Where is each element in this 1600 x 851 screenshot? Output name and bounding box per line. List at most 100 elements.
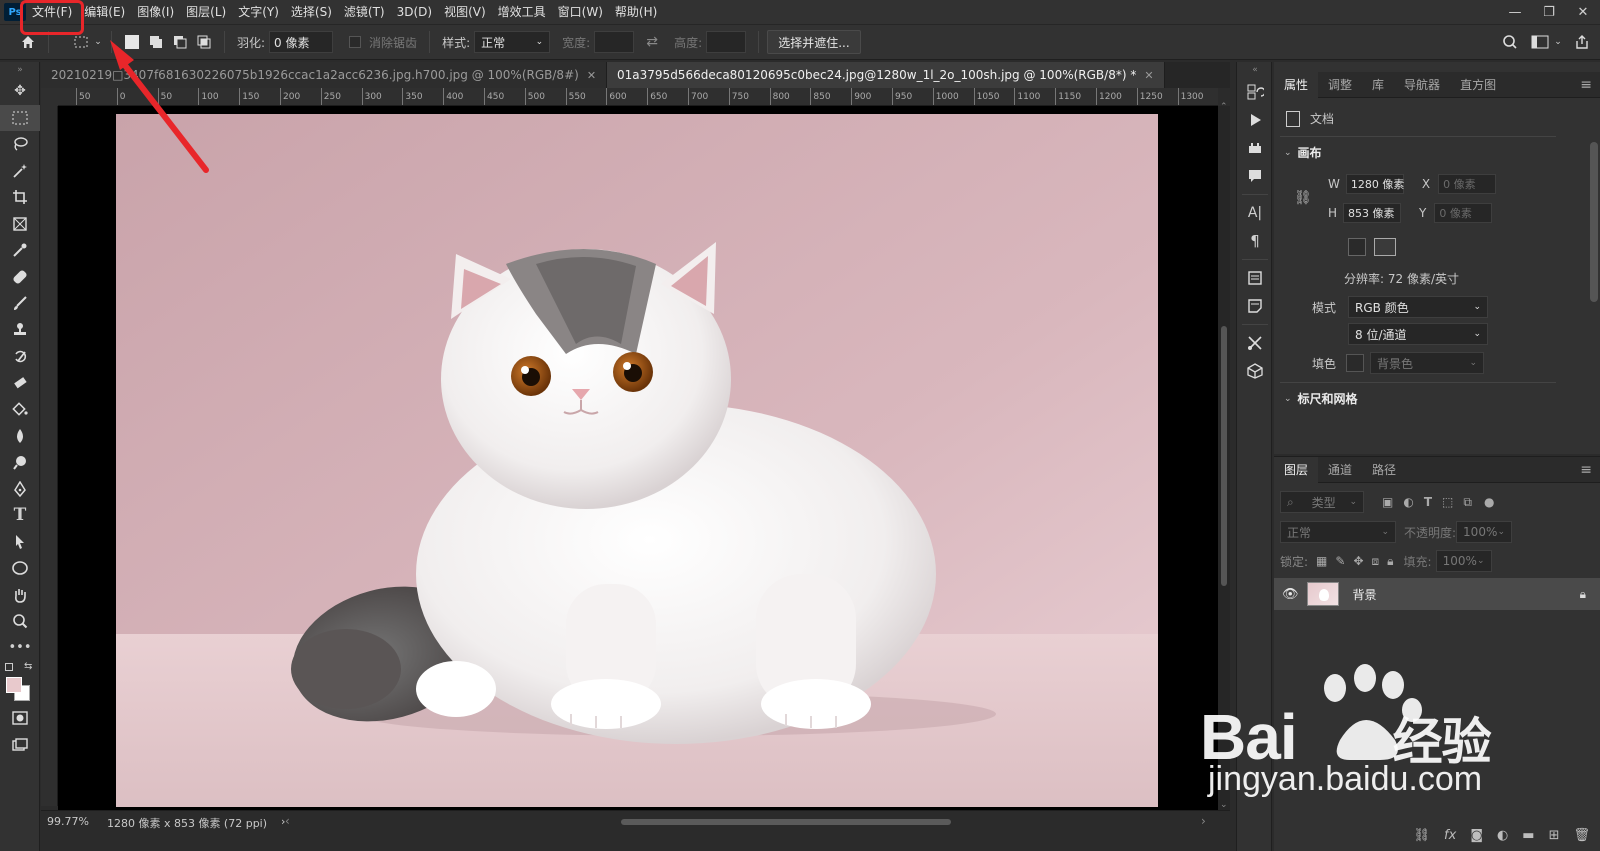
fill-opacity-input[interactable]: 100% ⌄ [1435, 550, 1492, 572]
link-icon[interactable]: ⛓ [1294, 190, 1312, 206]
close-window-button[interactable]: ✕ [1566, 0, 1600, 24]
3d-panel-icon[interactable] [1237, 357, 1273, 385]
scroll-down-icon[interactable]: ⌄ [1220, 800, 1228, 810]
swap-dimensions-icon[interactable]: ⇄ [640, 30, 664, 54]
eraser-tool-icon[interactable] [0, 370, 40, 397]
actions-panel-icon[interactable] [1237, 106, 1273, 134]
horizontal-scrollbar[interactable] [331, 817, 1231, 827]
delete-layer-icon[interactable]: 🗑︎ [1573, 828, 1590, 843]
tab-document-2[interactable]: 01a3795d566deca80120695c0bec24.jpg@1280w… [607, 62, 1165, 88]
frame-tool-icon[interactable] [0, 211, 40, 238]
pen-tool-icon[interactable] [0, 476, 40, 503]
menu-select[interactable]: 选择(S) [285, 0, 338, 24]
rect-marquee-tool-icon[interactable] [0, 104, 40, 131]
magic-wand-tool-icon[interactable] [0, 158, 40, 185]
workspace-icon[interactable] [1528, 30, 1552, 54]
swap-colors-icon[interactable]: ⇆ [24, 661, 32, 672]
search-icon[interactable] [1498, 30, 1522, 54]
tab-channels[interactable]: 通道 [1318, 457, 1362, 483]
minimize-button[interactable]: — [1498, 0, 1532, 24]
dodge-tool-icon[interactable] [0, 449, 40, 476]
height-input[interactable] [706, 31, 747, 53]
move-tool-icon[interactable]: ✥ [0, 78, 40, 105]
menu-filter[interactable]: 滤镜(T) [338, 0, 391, 24]
new-group-icon[interactable]: ▬ [1522, 828, 1534, 843]
canvas-x-input[interactable]: 0 像素 [1438, 174, 1497, 194]
menu-type[interactable]: 文字(Y) [232, 0, 285, 24]
filter-adjustment-icon[interactable]: ◐ [1403, 495, 1413, 509]
menu-help[interactable]: 帮助(H) [609, 0, 663, 24]
menu-view[interactable]: 视图(V) [438, 0, 492, 24]
zoom-tool-icon[interactable] [0, 608, 40, 635]
lock-position-icon[interactable]: ✥ [1353, 554, 1363, 568]
paint-bucket-tool-icon[interactable] [0, 396, 40, 423]
default-colors-icon[interactable] [5, 663, 13, 671]
brush-tool-icon[interactable] [0, 290, 40, 317]
notes-panel-icon[interactable] [1237, 292, 1273, 320]
vertical-scroll-thumb[interactable] [1221, 326, 1227, 586]
blend-mode-select[interactable]: 正常 ⌄ [1280, 521, 1396, 543]
portrait-icon[interactable] [1348, 238, 1366, 256]
strip-collapse-icon[interactable]: « [1237, 62, 1273, 78]
clone-stamp-tool-icon[interactable] [0, 317, 40, 344]
menu-image[interactable]: 图像(I) [131, 0, 180, 24]
paragraph-panel-icon[interactable]: ¶ [1237, 227, 1273, 255]
foreground-color-swatch[interactable] [6, 677, 22, 693]
quick-mask-icon[interactable] [0, 705, 40, 732]
canvas-area[interactable] [58, 106, 1218, 810]
layer-name[interactable]: 背景 [1353, 586, 1377, 603]
panel-menu-icon[interactable]: ≡ [1580, 457, 1592, 483]
plugins-panel-icon[interactable] [1237, 134, 1273, 162]
layer-row-background[interactable]: 👁︎ 背景 🔒︎ [1274, 578, 1600, 610]
scroll-right-icon[interactable]: › [1201, 814, 1206, 828]
history-brush-tool-icon[interactable] [0, 343, 40, 370]
tool-presets-panel-icon[interactable] [1237, 329, 1273, 357]
character-panel-icon[interactable]: A| [1237, 199, 1273, 227]
menu-layer[interactable]: 图层(L) [180, 0, 232, 24]
history-panel-icon[interactable] [1237, 78, 1273, 106]
canvas-y-input[interactable]: 0 像素 [1434, 203, 1493, 223]
glyphs-panel-icon[interactable] [1237, 264, 1273, 292]
close-icon[interactable]: ✕ [587, 69, 596, 82]
close-icon[interactable]: ✕ [1144, 69, 1153, 82]
canvas-width-input[interactable]: 1280 像素 [1345, 174, 1404, 194]
toolbox-collapse-icon[interactable]: » [0, 62, 40, 78]
more-tools-icon[interactable]: ••• [0, 635, 40, 662]
chevron-down-icon[interactable]: ⌄ [1552, 30, 1564, 54]
tab-libraries[interactable]: 库 [1362, 72, 1394, 98]
tab-adjustments[interactable]: 调整 [1318, 72, 1362, 98]
new-layer-icon[interactable]: ⊞ [1549, 828, 1560, 843]
ellipse-tool-icon[interactable] [0, 555, 40, 582]
fill-swatch[interactable] [1346, 354, 1365, 372]
landscape-icon[interactable] [1374, 238, 1396, 256]
menu-window[interactable]: 窗口(W) [552, 0, 609, 24]
properties-scroll-thumb[interactable] [1590, 142, 1598, 302]
tab-navigator[interactable]: 导航器 [1394, 72, 1450, 98]
comments-panel-icon[interactable] [1237, 162, 1273, 190]
type-tool-icon[interactable]: T [0, 502, 40, 529]
select-and-mask-button[interactable]: 选择并遮住... [767, 30, 861, 54]
visibility-eye-icon[interactable]: 👁︎ [1282, 587, 1299, 602]
layer-style-icon[interactable]: fx [1444, 828, 1456, 843]
antialias-checkbox[interactable] [349, 36, 362, 48]
eyedropper-tool-icon[interactable] [0, 237, 40, 264]
lock-artboard-icon[interactable]: ⧈ [1372, 554, 1380, 569]
add-mask-icon[interactable]: ◙ [1470, 828, 1483, 843]
filter-smart-object-icon[interactable]: ⧉ [1463, 495, 1472, 510]
panel-menu-icon[interactable]: ≡ [1580, 72, 1592, 98]
rulers-section-header[interactable]: ⌄ 标尺和网格 [1284, 390, 1358, 407]
mode-select[interactable]: RGB 颜色 ⌄ [1348, 296, 1489, 318]
crop-tool-icon[interactable] [0, 184, 40, 211]
layer-filter-select[interactable]: ⌕ 类型 ⌄ [1280, 491, 1364, 513]
feather-input[interactable]: 0 像素 [269, 31, 334, 53]
lock-all-icon[interactable]: 🔒︎ [1387, 554, 1393, 569]
tab-layers[interactable]: 图层 [1274, 456, 1319, 483]
color-swatches[interactable]: ⇆ [0, 661, 40, 705]
path-selection-tool-icon[interactable] [0, 529, 40, 556]
scroll-up-icon[interactable]: ⌃ [1220, 102, 1228, 112]
filter-pixel-icon[interactable]: ▣ [1382, 495, 1393, 509]
share-icon[interactable] [1570, 30, 1594, 54]
blur-tool-icon[interactable] [0, 423, 40, 450]
tab-histogram[interactable]: 直方图 [1450, 72, 1506, 98]
opacity-input[interactable]: 100% ⌄ [1456, 521, 1513, 543]
